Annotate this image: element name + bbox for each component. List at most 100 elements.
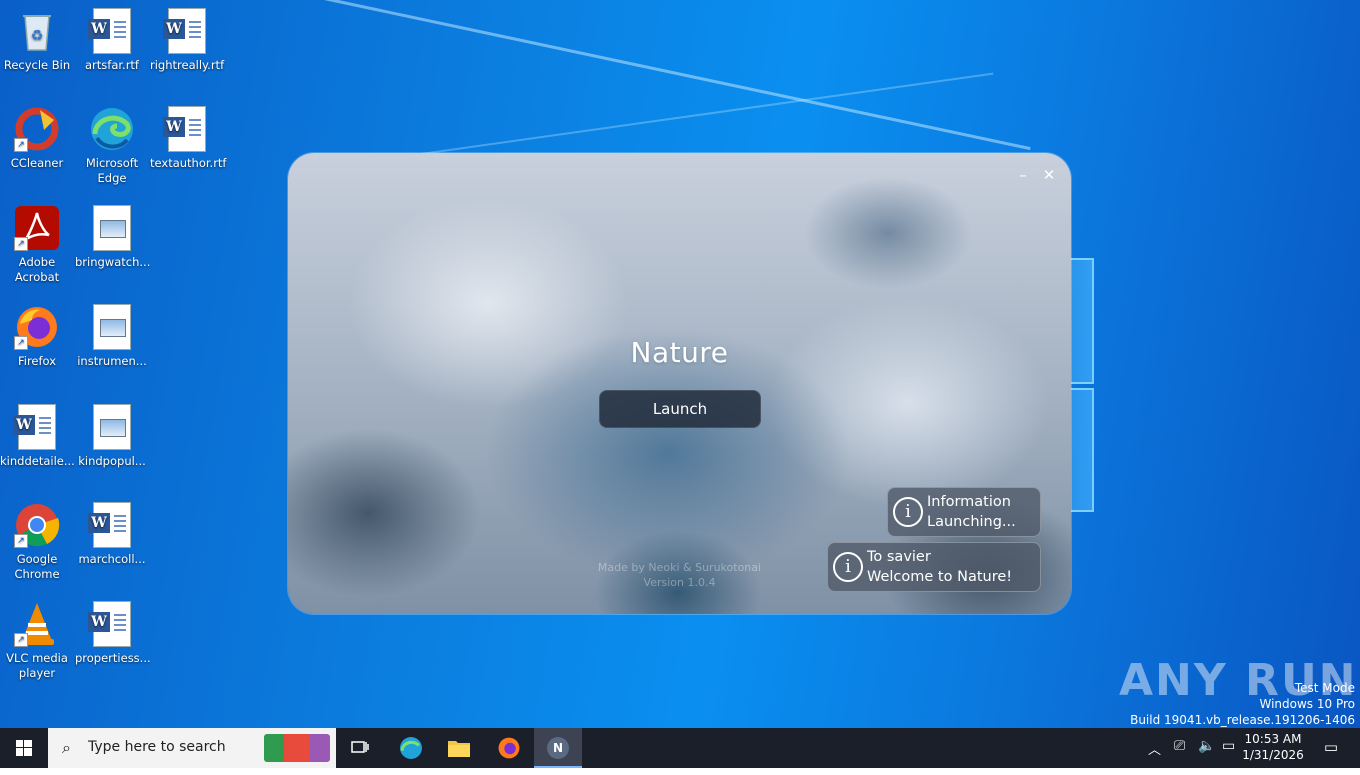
desktop-icon-instrumen[interactable]: instrumen...: [75, 304, 149, 369]
desktop-icon-kinddetaile[interactable]: W kinddetaile...: [0, 404, 75, 469]
firefox-icon: ↗: [14, 304, 60, 350]
desktop-icon-firefox[interactable]: ↗ Firefox: [0, 304, 74, 369]
desktop-icon-label: instrumen...: [77, 354, 147, 368]
desktop-icon-kindpopul[interactable]: kindpopul...: [75, 404, 149, 469]
network-camera-icon[interactable]: ⎚: [1174, 738, 1185, 754]
shortcut-arrow-icon: ↗: [14, 633, 28, 647]
desktop-icon-label: kinddetaile...: [0, 454, 75, 468]
desktop-icon-label: textauthor.rtf: [150, 156, 227, 170]
desktop-icon-artsfar[interactable]: W artsfar.rtf: [75, 8, 149, 73]
desktop-icon-label: artsfar.rtf: [85, 58, 139, 72]
desktop-icon-ccleaner[interactable]: ↗ CCleaner: [0, 106, 74, 171]
app-title: Nature: [630, 336, 729, 369]
desktop-icon-microsoft-edge[interactable]: Microsoft Edge: [75, 106, 149, 186]
toast-text: To savier Welcome to Nature!: [867, 547, 1012, 587]
folder-icon: [448, 741, 470, 757]
watermark-line: Test Mode: [1294, 681, 1355, 695]
recycle-bin-icon: ♻: [14, 8, 60, 54]
desktop-icon-label: Recycle Bin: [3, 58, 71, 72]
wallpaper-light-beam: [149, 0, 1031, 151]
windows-logo-icon: [16, 740, 32, 756]
toast-title: Information: [927, 494, 1011, 510]
clock-date: 1/31/2026: [1242, 748, 1304, 762]
image-file-icon: [89, 304, 135, 350]
launch-button[interactable]: Launch: [599, 390, 761, 428]
shortcut-arrow-icon: ↗: [14, 237, 28, 251]
desktop-icon-bringwatch[interactable]: bringwatch...: [75, 205, 151, 270]
desktop-icon-marchcoll[interactable]: W marchcoll...: [75, 502, 149, 567]
desktop-icon-vlc[interactable]: ↗ VLC media player: [0, 601, 74, 681]
ccleaner-icon: ↗: [14, 106, 60, 152]
desktop-icon-propertiess[interactable]: W propertiess...: [75, 601, 151, 666]
clock-time: 10:53 AM: [1244, 732, 1302, 746]
nature-app-window: – ✕ Nature Launch Made by Neoki & Suruko…: [288, 153, 1071, 614]
toast-message: Welcome to Nature!: [867, 569, 1013, 585]
notifications-icon[interactable]: ▭: [1324, 738, 1338, 756]
taskbar-file-explorer-button[interactable]: [435, 728, 483, 768]
task-view-icon: [351, 741, 369, 753]
watermark-line: Windows 10 Pro: [1259, 697, 1355, 711]
chrome-icon: ↗: [14, 502, 60, 548]
desktop-icon-textauthor[interactable]: W textauthor.rtf: [150, 106, 227, 171]
minimize-button[interactable]: –: [1013, 165, 1033, 185]
vlc-icon: ↗: [14, 601, 60, 647]
taskbar-nature-app-button[interactable]: N: [534, 728, 582, 768]
word-document-icon: W: [163, 106, 210, 152]
taskbar-clock[interactable]: 10:53 AM 1/31/2026: [1238, 731, 1308, 763]
network-icon[interactable]: ▭: [1222, 738, 1235, 754]
taskbar-firefox-button[interactable]: [485, 728, 533, 768]
taskbar-edge-button[interactable]: [387, 728, 435, 768]
word-document-icon: W: [88, 8, 135, 54]
desktop-icon-label: propertiess...: [75, 651, 151, 665]
show-hidden-icons-chevron-icon[interactable]: ︿: [1148, 739, 1161, 758]
firefox-icon: [498, 737, 520, 759]
word-document-icon: W: [163, 8, 210, 54]
adobe-acrobat-icon: ↗: [14, 205, 60, 251]
toast-title: To savier: [867, 549, 931, 565]
image-file-icon: [89, 404, 135, 450]
taskbar: ⌕ Type here to search N ︿ ⎚ 🔈 ▭ 10:53 AM…: [0, 728, 1360, 768]
word-document-icon: W: [88, 502, 135, 548]
shortcut-arrow-icon: ↗: [14, 534, 28, 548]
edge-icon: [400, 737, 422, 759]
volume-icon[interactable]: 🔈: [1198, 738, 1215, 754]
taskbar-search-box[interactable]: ⌕ Type here to search: [48, 728, 336, 768]
close-button[interactable]: ✕: [1039, 165, 1059, 185]
desktop-icon-label: Google Chrome: [14, 552, 60, 581]
desktop-icon-recycle-bin[interactable]: ♻ Recycle Bin: [0, 8, 74, 73]
desktop-icon-label: VLC media player: [6, 651, 68, 680]
search-placeholder: Type here to search: [88, 739, 226, 755]
toast-message: Launching...: [927, 514, 1016, 530]
desktop-icon-adobe-acrobat[interactable]: ↗ Adobe Acrobat: [0, 205, 74, 285]
search-highlight-icon: [264, 734, 330, 762]
word-document-icon: W: [88, 601, 135, 647]
desktop-icon-label: Microsoft Edge: [85, 156, 139, 185]
shortcut-arrow-icon: ↗: [14, 138, 28, 152]
nature-app-letter: N: [552, 741, 564, 755]
desktop-icon-google-chrome[interactable]: ↗ Google Chrome: [0, 502, 74, 582]
desktop-icon-label: kindpopul...: [78, 454, 146, 468]
edge-icon: [89, 106, 135, 152]
word-document-icon: W: [13, 404, 60, 450]
shortcut-arrow-icon: ↗: [14, 336, 28, 350]
system-tray: ︿ ⎚ 🔈 ▭ 10:53 AM 1/31/2026 ▭: [1130, 728, 1360, 768]
toast-text: Information Launching...: [927, 492, 1016, 532]
desktop-icon-label: Firefox: [17, 354, 57, 368]
desktop-icon-label: rightreally.rtf: [150, 58, 225, 72]
notification-toast[interactable]: i Information Launching...: [887, 487, 1041, 537]
desktop-icon-rightreally[interactable]: W rightreally.rtf: [150, 8, 224, 73]
info-icon: i: [893, 497, 923, 527]
watermark-line: Build 19041.vb_release.191206-1406: [1130, 713, 1355, 727]
desktop-icon-label: bringwatch...: [75, 255, 151, 269]
desktop-icon-label: marchcoll...: [78, 552, 146, 566]
desktop-icon-label: Adobe Acrobat: [14, 255, 60, 284]
search-icon: ⌕: [62, 738, 71, 757]
task-view-button[interactable]: [336, 728, 384, 768]
image-file-icon: [89, 205, 135, 251]
desktop-icon-label: CCleaner: [10, 156, 64, 170]
desktop: ♻ Recycle Bin ↗ CCleaner ↗ Adobe Acrobat…: [0, 0, 1360, 728]
start-button[interactable]: [0, 728, 48, 768]
notification-toast[interactable]: i To savier Welcome to Nature!: [827, 542, 1041, 592]
svg-text:♻: ♻: [31, 28, 44, 44]
test-mode-watermark: Test Mode Windows 10 Pro Build 19041.vb_…: [1130, 680, 1355, 728]
